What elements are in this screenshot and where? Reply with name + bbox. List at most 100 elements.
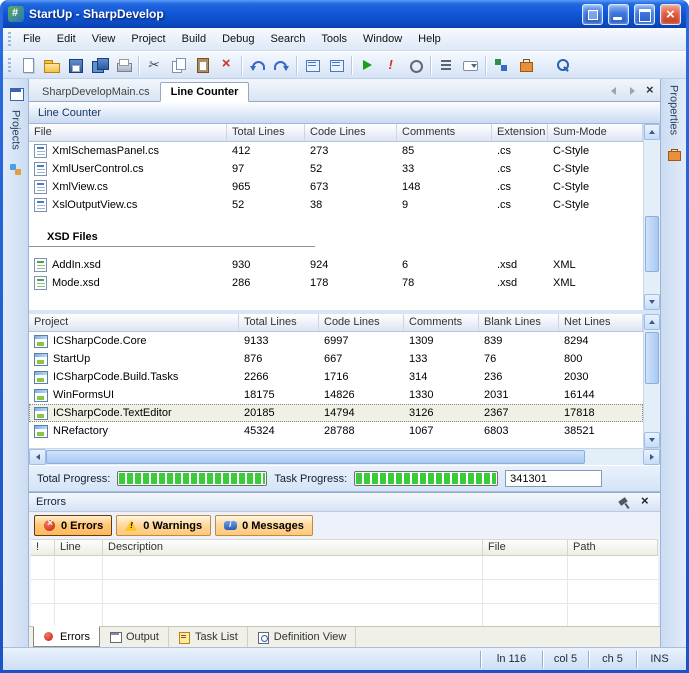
open-file-button[interactable]: [39, 54, 63, 77]
abort-build-button[interactable]: [379, 54, 403, 77]
tab-close-icon[interactable]: [643, 84, 657, 97]
table-row[interactable]: Mode.xsd 286 178 78 .xsd XML: [29, 274, 643, 292]
menu-search[interactable]: Search: [263, 30, 314, 48]
tab-line-counter[interactable]: Line Counter: [160, 82, 250, 102]
undo-button[interactable]: [245, 54, 269, 77]
tab-output[interactable]: Output: [100, 627, 169, 647]
redo-button[interactable]: [269, 54, 293, 77]
scroll-right-icon[interactable]: [643, 449, 660, 465]
minimize-button[interactable]: [608, 4, 629, 25]
column-header-description[interactable]: Description: [103, 540, 483, 555]
menubar: File Edit View Project Build Debug Searc…: [3, 28, 686, 51]
menubar-grip[interactable]: [8, 32, 11, 47]
menu-tools[interactable]: Tools: [313, 30, 355, 48]
toolbar-grip[interactable]: [8, 58, 11, 73]
delete-button[interactable]: [214, 54, 238, 77]
save-file-button[interactable]: [63, 54, 87, 77]
tab-task-list[interactable]: Task List: [169, 627, 248, 647]
column-header-severity[interactable]: !: [31, 540, 55, 555]
column-header-total-lines[interactable]: Total Lines: [239, 314, 319, 331]
menu-view[interactable]: View: [84, 30, 124, 48]
scroll-down-icon[interactable]: [644, 294, 660, 310]
column-header-net-lines[interactable]: Net Lines: [559, 314, 643, 331]
column-header-code-lines[interactable]: Code Lines: [305, 124, 397, 141]
tab-sharpdevelopmain[interactable]: SharpDevelopMain.cs: [32, 83, 160, 101]
toolbox-button[interactable]: [513, 54, 537, 77]
menu-file[interactable]: File: [15, 30, 49, 48]
messages-toggle[interactable]: 0 Messages: [215, 515, 313, 536]
menu-window[interactable]: Window: [355, 30, 410, 48]
errors-toggle[interactable]: 0 Errors: [34, 515, 112, 536]
column-header-comments[interactable]: Comments: [404, 314, 479, 331]
table-row[interactable]: ICSharpCode.Build.Tasks 2266 1716 314 23…: [29, 368, 643, 386]
paste-button[interactable]: [190, 54, 214, 77]
print-button[interactable]: [111, 54, 135, 77]
tab-errors[interactable]: Errors: [33, 626, 100, 647]
table-row[interactable]: XmlView.cs 965 673 148 .cs C-Style: [29, 178, 643, 196]
scroll-thumb[interactable]: [46, 450, 585, 464]
column-header-blank-lines[interactable]: Blank Lines: [479, 314, 559, 331]
bookmark-list-button[interactable]: [434, 54, 458, 77]
tab-definition-view[interactable]: Definition View: [248, 627, 357, 647]
column-header-project[interactable]: Project: [29, 314, 239, 331]
titlebar[interactable]: StartUp - SharpDevelop: [3, 0, 686, 28]
table-row-selected[interactable]: ICSharpCode.TextEditor 20185 14794 3126 …: [29, 404, 643, 422]
errors-panel-header[interactable]: Errors: [29, 493, 660, 512]
column-header-total-lines[interactable]: Total Lines: [227, 124, 305, 141]
menu-project[interactable]: Project: [123, 30, 173, 48]
search-button[interactable]: [551, 54, 575, 77]
warnings-toggle[interactable]: 0 Warnings: [116, 515, 211, 536]
horizontal-scrollbar[interactable]: [29, 448, 660, 465]
copy-button[interactable]: [166, 54, 190, 77]
scroll-down-icon[interactable]: [644, 432, 660, 448]
scroll-up-icon[interactable]: [644, 124, 660, 140]
sidebar-tab-projects[interactable]: Projects: [10, 110, 22, 153]
table-row[interactable]: XslOutputView.cs 52 38 9 .cs C-Style: [29, 196, 643, 214]
column-header-extension[interactable]: Extension: [492, 124, 548, 141]
save-all-button[interactable]: [87, 54, 111, 77]
column-header-path[interactable]: Path: [568, 540, 658, 555]
column-header-comments[interactable]: Comments: [397, 124, 492, 141]
tab-back-icon[interactable]: [607, 84, 621, 97]
table-row[interactable]: XmlSchemasPanel.cs 412 273 85 .cs C-Styl…: [29, 142, 643, 160]
column-header-sum-mode[interactable]: Sum-Mode: [548, 124, 643, 141]
run-button[interactable]: [355, 54, 379, 77]
tab-forward-icon[interactable]: [625, 84, 639, 97]
scroll-thumb[interactable]: [645, 332, 659, 384]
projects-scrollbar[interactable]: [643, 314, 660, 448]
toolbox-panel-icon[interactable]: [665, 146, 683, 163]
table-row[interactable]: XmlUserControl.cs 97 52 33 .cs C-Style: [29, 160, 643, 178]
table-row[interactable]: ICSharpCode.Core 9133 6997 1309 839 8294: [29, 332, 643, 350]
table-row[interactable]: AddIn.xsd 930 924 6 .xsd XML: [29, 256, 643, 274]
close-button[interactable]: [660, 4, 681, 25]
table-row[interactable]: WinFormsUI 18175 14826 1330 2031 16144: [29, 386, 643, 404]
menu-help[interactable]: Help: [410, 30, 449, 48]
sidebar-tab-properties[interactable]: Properties: [668, 85, 680, 138]
window-list-icon[interactable]: [7, 85, 25, 102]
column-header-code-lines[interactable]: Code Lines: [319, 314, 404, 331]
comment-region-button[interactable]: [300, 54, 324, 77]
uncomment-region-button[interactable]: [324, 54, 348, 77]
breakpoint-button[interactable]: [403, 54, 427, 77]
scroll-left-icon[interactable]: [29, 449, 46, 465]
maximize-button[interactable]: [634, 4, 655, 25]
pin-icon[interactable]: [617, 495, 632, 509]
quick-class-browser-button[interactable]: [458, 54, 482, 77]
scroll-up-icon[interactable]: [644, 314, 660, 330]
column-header-line[interactable]: Line: [55, 540, 103, 555]
table-row[interactable]: NRefactory 45324 28788 1067 6803 38521: [29, 422, 643, 440]
files-scrollbar[interactable]: [643, 124, 660, 310]
scroll-thumb[interactable]: [645, 216, 659, 272]
table-row[interactable]: StartUp 876 667 133 76 800: [29, 350, 643, 368]
cut-button[interactable]: [142, 54, 166, 77]
menu-debug[interactable]: Debug: [214, 30, 262, 48]
column-header-file[interactable]: File: [29, 124, 227, 141]
new-file-button[interactable]: [15, 54, 39, 77]
close-panel-icon[interactable]: [638, 495, 653, 509]
menu-build[interactable]: Build: [174, 30, 214, 48]
menu-edit[interactable]: Edit: [49, 30, 84, 48]
column-header-file[interactable]: File: [483, 540, 568, 555]
classes-panel-icon[interactable]: [7, 161, 25, 178]
window-extra-button[interactable]: [582, 4, 603, 25]
class-browser-button[interactable]: [489, 54, 513, 77]
